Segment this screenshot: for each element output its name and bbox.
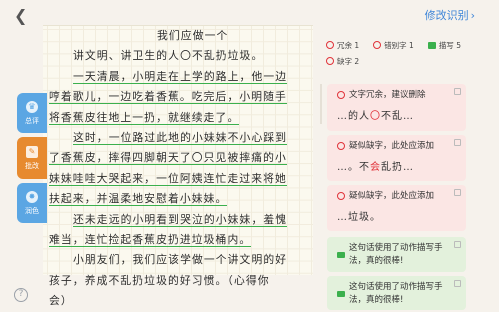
typo-icon: [373, 41, 382, 49]
card-text: 这句话使用了动作描写手法，真的很棒!: [349, 282, 443, 305]
tab-polish[interactable]: ✸ 润色: [17, 183, 47, 223]
redundant-icon: [326, 41, 334, 49]
card-text: 这句话使用了动作描写手法，真的很棒!: [349, 243, 443, 266]
essay-line: 妹妹哇哇大哭起来，一位阿姨连忙走过来将她: [49, 171, 287, 186]
trophy-icon: ♛: [26, 100, 38, 113]
card-title: 文字冗余，建议删除: [349, 90, 426, 100]
essay-line: 扶起来，并温柔地安慰着小妹妹。: [49, 192, 228, 207]
comment-card[interactable]: 文字冗余，建议删除 …的人〇不乱…: [327, 84, 466, 131]
redundant-icon: [337, 91, 345, 99]
essay-line: 小朋友们，我们应该学做一个讲文明的好: [73, 253, 288, 267]
legend: 冗余 1 错别字 1 描写 5 缺字 2: [326, 37, 476, 69]
missing-icon: [337, 192, 345, 200]
description-icon: [337, 252, 345, 258]
essay-title: 我们应做一个: [157, 29, 229, 42]
missing-icon: [337, 142, 345, 150]
description-icon: [337, 291, 345, 297]
essay-line: 这时，一位路过此地的小妹妹不小心踩到: [73, 130, 288, 145]
close-icon[interactable]: [454, 139, 461, 146]
legend-description: 描写 5: [427, 40, 461, 51]
edit-recognition-link[interactable]: 修改识别 ›: [425, 7, 475, 25]
tab-summary[interactable]: ♛ 总评: [17, 93, 47, 133]
essay-line: 还未走远的小明看到哭泣的小妹妹，羞愧: [73, 212, 288, 227]
essay-line: 将香蕉皮往地上一扔，就继续走了。: [49, 110, 240, 125]
essay-line: 难当，连忙捡起香蕉皮扔进垃圾桶内。: [49, 232, 252, 247]
brush-icon: ✸: [26, 190, 38, 203]
edit-recognition-label: 修改识别: [424, 9, 469, 22]
card-example: …垃圾。: [337, 212, 381, 223]
comment-card[interactable]: 疑似缺字，此处应添加 …。不会乱扔…: [327, 135, 466, 181]
close-icon[interactable]: [454, 280, 461, 287]
comment-card[interactable]: 这句话使用了动作描写手法，真的很棒!: [327, 276, 466, 310]
tab-summary-label: 总评: [25, 116, 39, 125]
essay-line: 孩子，养成不乱扔垃圾的好习惯。（心得你: [49, 273, 270, 287]
essay-text: 我们应做一个 讲文明、讲卫生的人〇不乱扔垃圾。 一天清晨，小明走在上学的路上，他…: [47, 26, 309, 311]
close-icon[interactable]: [454, 189, 461, 196]
tab-grade[interactable]: ✎ 批改: [17, 137, 47, 179]
legend-missing: 缺字 2: [326, 56, 359, 67]
legend-typo: 错别字 1: [373, 40, 414, 51]
essay-line: 会）: [49, 294, 73, 308]
essay-line: 了香蕉皮，摔得四脚朝天了〇只见被摔痛的小: [49, 151, 287, 166]
essay-line: 一天清晨，小明走在上学的路上，他一边: [73, 69, 288, 84]
description-icon: [427, 41, 436, 49]
essay-line: 讲文明、讲卫生的人〇不乱扔垃圾。: [73, 49, 264, 63]
close-icon[interactable]: [454, 241, 461, 248]
back-icon[interactable]: ❮: [14, 6, 32, 26]
comment-card[interactable]: 这句话使用了动作描写手法，真的很棒!: [327, 237, 466, 272]
essay-line: 哼着歌儿，一边吃着香蕉。吃完后，小明随手: [49, 90, 287, 105]
chevron-right-icon: ›: [470, 9, 475, 22]
card-title: 疑似缺字，此处应添加: [349, 141, 435, 151]
missing-icon: [326, 57, 334, 65]
tab-polish-label: 润色: [25, 206, 39, 215]
close-icon[interactable]: [454, 88, 461, 95]
card-example: …。不会乱扔…: [337, 162, 414, 173]
card-title: 疑似缺字，此处应添加: [349, 191, 435, 201]
panel-divider: [320, 84, 322, 124]
comment-card[interactable]: 疑似缺字，此处应添加 …垃圾。: [327, 185, 466, 231]
edit-icon: ✎: [26, 145, 38, 158]
essay-paper: 我们应做一个 讲文明、讲卫生的人〇不乱扔垃圾。 一天清晨，小明走在上学的路上，他…: [43, 25, 313, 307]
card-example: …的人〇不乱…: [337, 111, 414, 122]
tab-grade-label: 批改: [25, 161, 39, 170]
legend-redundant: 冗余 1: [326, 40, 359, 51]
help-icon[interactable]: ?: [14, 288, 28, 302]
